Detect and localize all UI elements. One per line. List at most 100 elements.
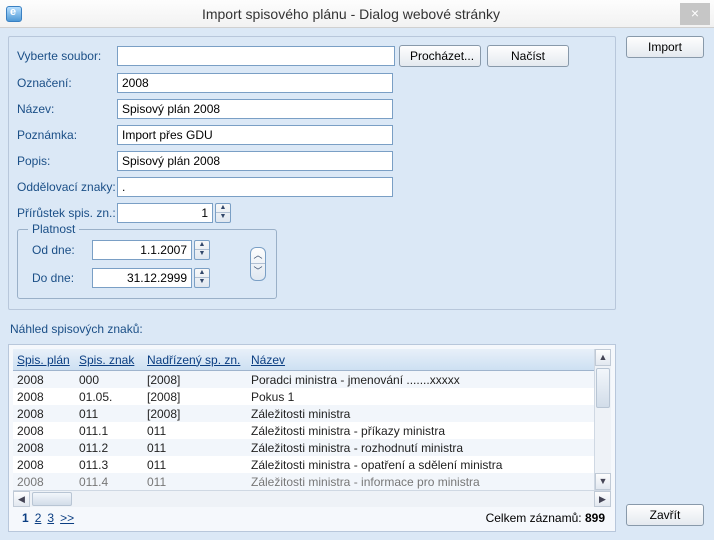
vertical-scrollbar[interactable]: ▲ ▼: [594, 349, 611, 490]
cell-plan: 2008: [13, 441, 75, 455]
ie-icon: [6, 6, 22, 22]
from-input[interactable]: [92, 240, 192, 260]
scroll-thumb[interactable]: [596, 368, 610, 408]
label-name: Název:: [17, 102, 117, 116]
table-row[interactable]: 2008011.3011Záležitosti ministra - opatř…: [13, 456, 594, 473]
close-icon[interactable]: ×: [680, 3, 710, 25]
increment-spinner[interactable]: ▲ ▼: [215, 203, 231, 223]
label-select-file: Vyberte soubor:: [17, 49, 117, 63]
col-plan[interactable]: Spis. plán: [13, 353, 75, 367]
chevron-down-icon[interactable]: ▼: [195, 250, 209, 259]
cell-name: Pokus 1: [247, 390, 594, 404]
table-row[interactable]: 2008011.4011Záležitosti ministra - infor…: [13, 473, 594, 490]
label-code: Označení:: [17, 76, 117, 90]
cell-plan: 2008: [13, 424, 75, 438]
horizontal-scrollbar[interactable]: ◀ ▶: [13, 490, 611, 507]
grid-body: 2008000[2008]Poradci ministra - jmenován…: [13, 371, 611, 490]
page-link[interactable]: 1: [22, 511, 29, 525]
cell-parent: 011: [143, 458, 247, 472]
cell-parent: 011: [143, 441, 247, 455]
cell-name: Záležitosti ministra - příkazy ministra: [247, 424, 594, 438]
cell-parent: 011: [143, 475, 247, 489]
cell-mark: 011: [75, 407, 143, 421]
page-links: 123 >>: [19, 511, 77, 525]
label-desc: Popis:: [17, 154, 117, 168]
preview-grid: Spis. plán Spis. znak Nadřízený sp. zn. …: [8, 344, 616, 532]
cell-plan: 2008: [13, 407, 75, 421]
preview-label: Náhled spisových znaků:: [10, 322, 616, 336]
label-from: Od dne:: [32, 243, 92, 257]
chevron-up-icon[interactable]: ︿: [251, 248, 265, 264]
increment-input[interactable]: [117, 203, 213, 223]
file-input[interactable]: [117, 46, 395, 66]
cell-name: Záležitosti ministra: [247, 407, 594, 421]
table-row[interactable]: 200801.05.[2008]Pokus 1: [13, 388, 594, 405]
chevron-up-icon[interactable]: ▲: [216, 204, 230, 213]
import-button[interactable]: Import: [626, 36, 704, 58]
cell-plan: 2008: [13, 373, 75, 387]
validity-legend: Platnost: [28, 222, 79, 236]
browse-button[interactable]: Procházet...: [399, 45, 481, 67]
cell-mark: 011.1: [75, 424, 143, 438]
cell-mark: 011.3: [75, 458, 143, 472]
to-input[interactable]: [92, 268, 192, 288]
cell-name: Poradci ministra - jmenování .......xxxx…: [247, 373, 594, 387]
scroll-right-icon[interactable]: ▶: [594, 491, 611, 507]
hscroll-track[interactable]: [30, 491, 594, 507]
cell-mark: 011.2: [75, 441, 143, 455]
label-separators: Oddělovací znaky:: [17, 180, 117, 194]
table-row[interactable]: 2008000[2008]Poradci ministra - jmenován…: [13, 371, 594, 388]
title-bar: Import spisového plánu - Dialog webové s…: [0, 0, 714, 28]
scroll-up-icon[interactable]: ▲: [595, 349, 611, 366]
cell-name: Záležitosti ministra - rozhodnutí minist…: [247, 441, 594, 455]
label-increment: Přírůstek spis. zn.:: [17, 206, 117, 220]
chevron-down-icon[interactable]: ▼: [195, 278, 209, 287]
pager: 123 >> Celkem záznamů: 899: [13, 507, 611, 527]
cell-plan: 2008: [13, 458, 75, 472]
dialog-window: Import spisového plánu - Dialog webové s…: [0, 0, 714, 540]
close-button[interactable]: Zavřít: [626, 504, 704, 526]
validity-range-spinner[interactable]: ︿ ﹀: [250, 247, 266, 281]
hscroll-thumb[interactable]: [32, 492, 72, 506]
scroll-track[interactable]: [595, 366, 611, 473]
table-row[interactable]: 2008011.1011Záležitosti ministra - příka…: [13, 422, 594, 439]
grid-inner: Spis. plán Spis. znak Nadřízený sp. zn. …: [13, 349, 611, 490]
grid-header: Spis. plán Spis. znak Nadřízený sp. zn. …: [13, 349, 611, 371]
total-records: Celkem záznamů: 899: [486, 511, 605, 525]
cell-parent: [2008]: [143, 407, 247, 421]
cell-plan: 2008: [13, 390, 75, 404]
cell-mark: 01.05.: [75, 390, 143, 404]
name-input[interactable]: [117, 99, 393, 119]
cell-name: Záležitosti ministra - opatření a sdělen…: [247, 458, 594, 472]
total-value: 899: [585, 511, 605, 525]
to-spinner[interactable]: ▲ ▼: [194, 268, 210, 288]
separators-input[interactable]: [117, 177, 393, 197]
window-title: Import spisového plánu - Dialog webové s…: [22, 6, 680, 22]
chevron-up-icon[interactable]: ▲: [195, 241, 209, 250]
chevron-down-icon[interactable]: ﹀: [251, 264, 265, 280]
code-input[interactable]: [117, 73, 393, 93]
col-parent[interactable]: Nadřízený sp. zn.: [143, 353, 247, 367]
label-to: Do dne:: [32, 271, 92, 285]
page-next[interactable]: >>: [60, 511, 74, 525]
validity-fieldset: Platnost Od dne: ▲ ▼: [17, 229, 277, 299]
from-spinner[interactable]: ▲ ▼: [194, 240, 210, 260]
cell-name: Záležitosti ministra - informace pro min…: [247, 475, 594, 489]
form-area: Vyberte soubor: Procházet... Načíst Ozna…: [8, 36, 616, 310]
desc-input[interactable]: [117, 151, 393, 171]
cell-plan: 2008: [13, 475, 75, 489]
chevron-down-icon[interactable]: ▼: [216, 213, 230, 222]
table-row[interactable]: 2008011.2011Záležitosti ministra - rozho…: [13, 439, 594, 456]
chevron-up-icon[interactable]: ▲: [195, 269, 209, 278]
col-name[interactable]: Název: [247, 353, 594, 367]
left-panel: Vyberte soubor: Procházet... Načíst Ozna…: [8, 36, 616, 532]
page-link[interactable]: 3: [47, 511, 54, 525]
col-mark[interactable]: Spis. znak: [75, 353, 143, 367]
scroll-left-icon[interactable]: ◀: [13, 491, 30, 507]
cell-parent: 011: [143, 424, 247, 438]
load-button[interactable]: Načíst: [487, 45, 569, 67]
note-input[interactable]: [117, 125, 393, 145]
scroll-down-icon[interactable]: ▼: [595, 473, 611, 490]
table-row[interactable]: 2008011[2008]Záležitosti ministra: [13, 405, 594, 422]
page-link[interactable]: 2: [35, 511, 42, 525]
